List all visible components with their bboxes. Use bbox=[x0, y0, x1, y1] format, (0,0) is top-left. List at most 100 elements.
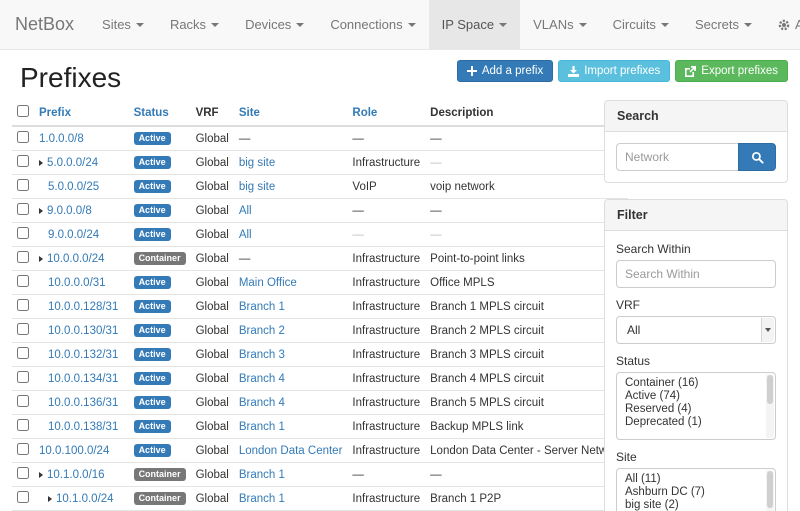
site-option[interactable]: Ashburn DC (7) bbox=[617, 485, 763, 498]
status-option[interactable]: Deprecated (1) bbox=[617, 415, 763, 428]
site-link[interactable]: Branch 3 bbox=[239, 349, 285, 361]
export-prefixes-button[interactable]: Export prefixes bbox=[675, 60, 788, 82]
row-checkbox[interactable] bbox=[17, 467, 29, 479]
prefix-link[interactable]: 10.0.0.132/31 bbox=[48, 349, 118, 361]
nav-item-label: Sites bbox=[102, 17, 131, 32]
expand-caret-icon bbox=[39, 256, 43, 262]
prefix-link[interactable]: 1.0.0.0/8 bbox=[39, 133, 84, 145]
nav-item-vlans[interactable]: VLANs bbox=[520, 0, 599, 49]
row-checkbox[interactable] bbox=[17, 347, 29, 359]
prefix-link[interactable]: 10.0.0.136/31 bbox=[48, 397, 118, 409]
table-row: 9.0.0.0/8ActiveGlobalAll—— bbox=[12, 199, 628, 223]
prefix-link[interactable]: 10.0.0.130/31 bbox=[48, 325, 118, 337]
prefix-link[interactable]: 10.1.0.0/16 bbox=[47, 469, 105, 481]
table-row: 10.0.0.136/31ActiveGlobalBranch 4Infrast… bbox=[12, 391, 628, 415]
expand-caret-icon bbox=[39, 472, 43, 478]
nav-item-racks[interactable]: Racks bbox=[157, 0, 232, 49]
search-within-input[interactable] bbox=[616, 260, 776, 288]
prefix-link[interactable]: 10.0.0.134/31 bbox=[48, 373, 118, 385]
scrollbar[interactable] bbox=[766, 374, 774, 438]
row-checkbox[interactable] bbox=[17, 443, 29, 455]
column-header-role[interactable]: Role bbox=[347, 100, 425, 126]
row-checkbox[interactable] bbox=[17, 179, 29, 191]
row-checkbox[interactable] bbox=[17, 299, 29, 311]
prefix-link[interactable]: 5.0.0.0/24 bbox=[47, 157, 98, 169]
prefix-link[interactable]: 10.0.0.0/31 bbox=[48, 277, 106, 289]
column-header-site[interactable]: Site bbox=[234, 100, 348, 126]
site-link[interactable]: All bbox=[239, 229, 252, 241]
row-checkbox[interactable] bbox=[17, 419, 29, 431]
tree-indent bbox=[39, 405, 48, 406]
vrf-select[interactable]: All bbox=[616, 316, 776, 344]
row-checkbox[interactable] bbox=[17, 395, 29, 407]
table-row: 9.0.0.0/24ActiveGlobalAll—— bbox=[12, 223, 628, 247]
prefix-link[interactable]: 10.0.0.128/31 bbox=[48, 301, 118, 313]
prefix-link[interactable]: 10.0.0.138/31 bbox=[48, 421, 118, 433]
row-checkbox[interactable] bbox=[17, 203, 29, 215]
site-link[interactable]: London Data Center bbox=[239, 445, 343, 457]
vrf-cell: Global bbox=[191, 126, 234, 151]
app-brand[interactable]: NetBox bbox=[0, 0, 89, 49]
select-all-checkbox[interactable] bbox=[17, 105, 29, 117]
nav-item-admin[interactable]: Admin bbox=[765, 0, 800, 49]
row-checkbox[interactable] bbox=[17, 371, 29, 383]
search-input[interactable] bbox=[616, 143, 738, 171]
chevron-down-icon bbox=[499, 23, 507, 27]
site-link[interactable]: Branch 4 bbox=[239, 397, 285, 409]
site-link[interactable]: big site bbox=[239, 181, 275, 193]
status-cell: Active bbox=[129, 175, 191, 199]
site-link[interactable]: Branch 4 bbox=[239, 373, 285, 385]
nav-item-connections[interactable]: Connections bbox=[317, 0, 428, 49]
row-checkbox[interactable] bbox=[17, 155, 29, 167]
row-checkbox[interactable] bbox=[17, 251, 29, 263]
vrf-cell: Global bbox=[191, 223, 234, 247]
site-option[interactable]: All (11) bbox=[617, 472, 763, 485]
site-link[interactable]: Branch 1 bbox=[239, 469, 285, 481]
prefix-cell: 10.0.0.138/31 bbox=[34, 415, 129, 439]
row-checkbox[interactable] bbox=[17, 227, 29, 239]
nav-item-sites[interactable]: Sites bbox=[89, 0, 157, 49]
status-badge: Active bbox=[134, 420, 171, 434]
site-link[interactable]: Branch 1 bbox=[239, 421, 285, 433]
site-link[interactable]: Main Office bbox=[239, 277, 297, 289]
site-option[interactable]: big site (2) bbox=[617, 498, 763, 511]
column-header-status[interactable]: Status bbox=[129, 100, 191, 126]
status-option[interactable]: Active (74) bbox=[617, 389, 763, 402]
button-label: Export prefixes bbox=[701, 65, 778, 77]
status-option[interactable]: Container (16) bbox=[617, 376, 763, 389]
site-link[interactable]: All bbox=[239, 205, 252, 217]
site-link[interactable]: Branch 1 bbox=[239, 493, 285, 505]
site-multiselect[interactable]: All (11)Ashburn DC (7)big site (2)Branch… bbox=[616, 468, 776, 511]
add-a-prefix-button[interactable]: Add a prefix bbox=[457, 60, 553, 82]
row-checkbox[interactable] bbox=[17, 131, 29, 143]
row-checkbox[interactable] bbox=[17, 323, 29, 335]
prefix-link[interactable]: 10.0.0.0/24 bbox=[47, 253, 105, 265]
nav-item-label: Connections bbox=[330, 17, 402, 32]
scrollbar[interactable] bbox=[766, 470, 774, 511]
nav-item-circuits[interactable]: Circuits bbox=[600, 0, 682, 49]
vrf-cell: Global bbox=[191, 271, 234, 295]
row-checkbox[interactable] bbox=[17, 491, 29, 503]
nav-item-secrets[interactable]: Secrets bbox=[682, 0, 765, 49]
prefix-link[interactable]: 10.1.0.0/24 bbox=[56, 493, 114, 505]
status-option[interactable]: Reserved (4) bbox=[617, 402, 763, 415]
status-multiselect[interactable]: Container (16)Active (74)Reserved (4)Dep… bbox=[616, 372, 776, 440]
status-filter-label: Status bbox=[616, 354, 776, 368]
site-link[interactable]: Branch 1 bbox=[239, 301, 285, 313]
prefix-link[interactable]: 5.0.0.0/25 bbox=[48, 181, 99, 193]
prefix-link[interactable]: 9.0.0.0/8 bbox=[47, 205, 92, 217]
site-cell: Branch 1 bbox=[234, 415, 348, 439]
import-prefixes-button[interactable]: Import prefixes bbox=[558, 60, 670, 82]
nav-item-devices[interactable]: Devices bbox=[232, 0, 317, 49]
prefix-link[interactable]: 9.0.0.0/24 bbox=[48, 229, 99, 241]
description-cell: — bbox=[425, 151, 628, 175]
prefix-cell: 10.0.0.134/31 bbox=[34, 367, 129, 391]
status-cell: Active bbox=[129, 126, 191, 151]
site-link[interactable]: Branch 2 bbox=[239, 325, 285, 337]
prefix-link[interactable]: 10.0.100.0/24 bbox=[39, 445, 109, 457]
nav-item-ip-space[interactable]: IP Space bbox=[429, 0, 521, 49]
row-checkbox[interactable] bbox=[17, 275, 29, 287]
search-button[interactable] bbox=[738, 143, 776, 171]
column-header-prefix[interactable]: Prefix bbox=[34, 100, 129, 126]
site-link[interactable]: big site bbox=[239, 157, 275, 169]
